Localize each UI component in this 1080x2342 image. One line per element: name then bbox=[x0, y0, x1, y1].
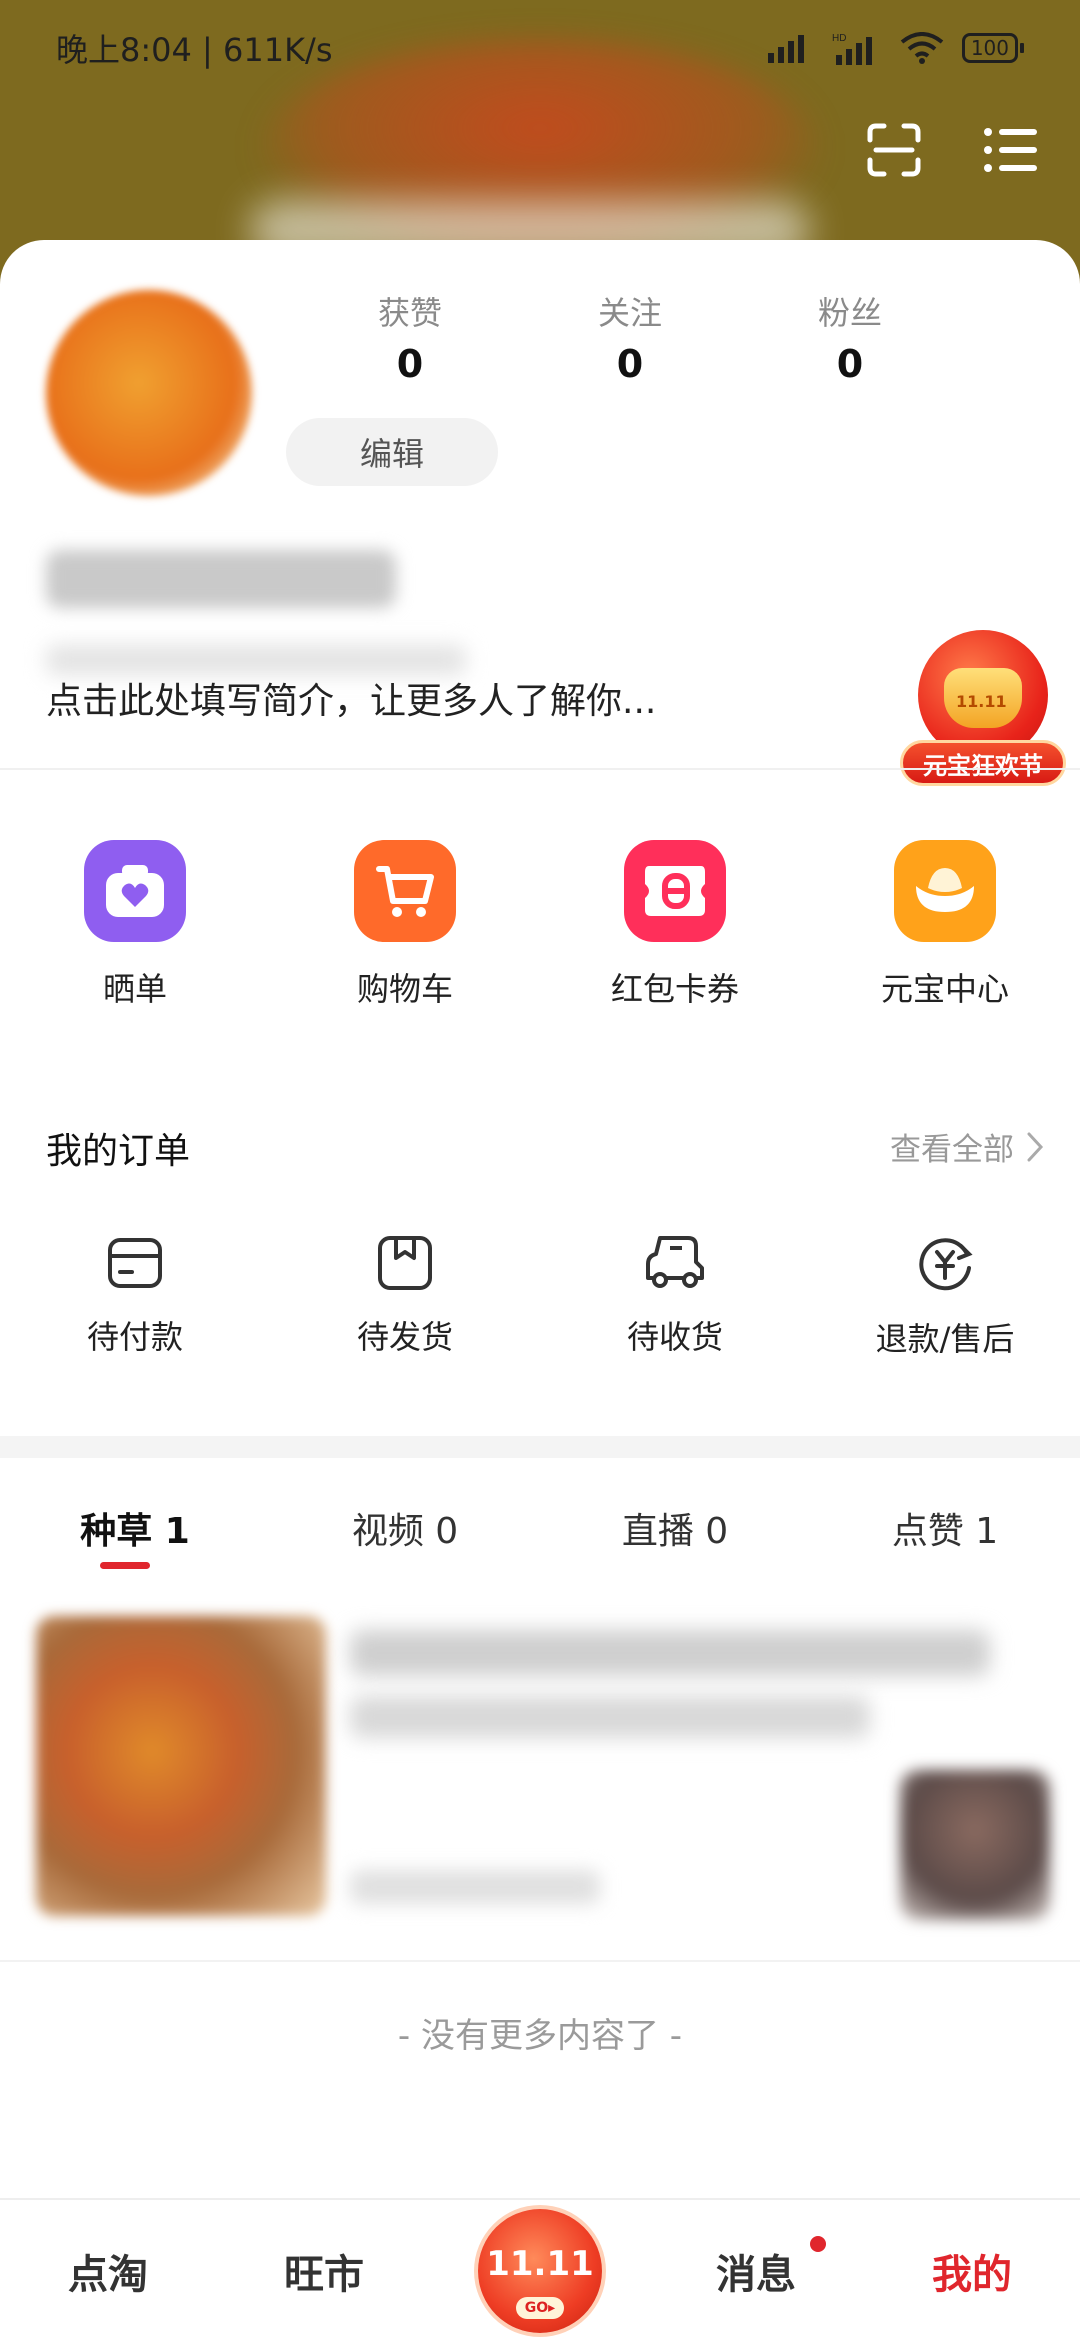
stat-value: 0 bbox=[836, 342, 864, 386]
feed-item-meta bbox=[350, 1870, 600, 1904]
shortcut-label: 购物车 bbox=[356, 970, 453, 1008]
order-pending-receipt[interactable]: 待收货 bbox=[540, 1234, 810, 1360]
tab-label: 种草 1 bbox=[80, 1511, 190, 1552]
promo-ingot-text: 11.11 bbox=[956, 692, 1007, 711]
box-icon bbox=[378, 1236, 432, 1290]
svg-text:HD: HD bbox=[832, 33, 846, 44]
shortcut-coupons[interactable]: 红包卡券 bbox=[540, 840, 810, 1010]
divider bbox=[0, 1960, 1080, 1962]
promo-badge[interactable]: 11.11 元宝狂欢节 bbox=[900, 630, 1066, 800]
ingot-icon bbox=[894, 840, 996, 942]
profile-stats: 获赞 0 关注 0 粉丝 0 bbox=[300, 288, 960, 386]
view-all-label: 查看全部 bbox=[890, 1132, 1014, 1168]
shortcut-row: 晒单 购物车 红包卡券 元宝中心 bbox=[0, 840, 1080, 1010]
tab-seeding[interactable]: 种草 1 bbox=[0, 1502, 270, 1569]
battery-icon: 100 bbox=[961, 33, 1024, 63]
feed-item-title-line2 bbox=[350, 1696, 870, 1738]
order-label: 待付款 bbox=[86, 1318, 183, 1356]
truck-icon bbox=[646, 1236, 704, 1288]
double11-text: 11.11 bbox=[486, 2244, 594, 2284]
stat-followers[interactable]: 粉丝 0 bbox=[740, 288, 960, 386]
order-pending-payment[interactable]: 待付款 bbox=[0, 1234, 270, 1360]
stat-label: 获赞 bbox=[377, 294, 442, 332]
scan-icon bbox=[867, 123, 921, 177]
username bbox=[46, 550, 396, 608]
bottom-nav: 点淘 旺市 11.11 GO▸ 消息 我的 bbox=[0, 2198, 1080, 2342]
wallet-icon bbox=[108, 1238, 162, 1288]
orders-title: 我的订单 bbox=[46, 1131, 191, 1172]
content-tabs: 种草 1 视频 0 直播 0 点赞 1 bbox=[0, 1502, 1080, 1569]
stat-label: 关注 bbox=[597, 294, 662, 332]
chevron-right-icon bbox=[1027, 1132, 1044, 1161]
menu-button[interactable] bbox=[980, 120, 1040, 180]
order-label: 退款/售后 bbox=[875, 1320, 1015, 1358]
feed-item-image bbox=[36, 1616, 326, 1916]
tab-video[interactable]: 视频 0 bbox=[270, 1502, 540, 1554]
edit-profile-button[interactable]: 编辑 bbox=[286, 418, 498, 486]
nav-double11[interactable]: 11.11 GO▸ bbox=[432, 2209, 648, 2333]
refund-icon bbox=[919, 1238, 973, 1291]
unread-dot bbox=[810, 2236, 826, 2252]
tab-liked[interactable]: 点赞 1 bbox=[810, 1502, 1080, 1554]
battery-level: 100 bbox=[961, 33, 1018, 63]
stat-likes[interactable]: 获赞 0 bbox=[300, 288, 520, 386]
end-of-list-text: - 没有更多内容了 - bbox=[397, 2016, 683, 2056]
order-pending-shipment[interactable]: 待发货 bbox=[270, 1234, 540, 1360]
tab-label: 点赞 1 bbox=[891, 1511, 999, 1552]
bio-placeholder[interactable]: 点击此处填写简介，让更多人了解你... bbox=[46, 672, 656, 724]
order-refund[interactable]: 退款/售后 bbox=[810, 1234, 1080, 1360]
nav-me[interactable]: 我的 bbox=[864, 2242, 1080, 2300]
order-label: 待发货 bbox=[356, 1318, 453, 1356]
status-bar: 晚上8:04 | 611K/s HD 100 bbox=[0, 0, 1080, 96]
shortcut-label: 晒单 bbox=[102, 970, 167, 1008]
nav-messages[interactable]: 消息 bbox=[648, 2236, 864, 2300]
profile-card: 获赞 0 关注 0 粉丝 0 编辑 点击此处填写简介，让更多人了解你... 11… bbox=[0, 240, 1080, 786]
tab-label: 直播 0 bbox=[621, 1511, 729, 1552]
avatar[interactable] bbox=[46, 290, 252, 496]
stat-value: 0 bbox=[396, 342, 424, 386]
double11-icon: 11.11 GO▸ bbox=[478, 2209, 602, 2333]
scan-button[interactable] bbox=[864, 120, 924, 180]
stat-label: 粉丝 bbox=[817, 294, 882, 332]
shortcut-share-order[interactable]: 晒单 bbox=[0, 840, 270, 1010]
shortcut-label: 元宝中心 bbox=[880, 970, 1009, 1008]
order-label: 待收货 bbox=[626, 1318, 723, 1356]
wifi-icon bbox=[900, 32, 944, 64]
tab-active-indicator bbox=[100, 1562, 150, 1569]
coupon-icon bbox=[624, 840, 726, 942]
status-time: 晚上8:04 | 611K/s bbox=[56, 31, 333, 69]
stat-value: 0 bbox=[616, 342, 644, 386]
section-divider bbox=[0, 1436, 1080, 1458]
shortcut-cart[interactable]: 购物车 bbox=[270, 840, 540, 1010]
cart-icon bbox=[354, 840, 456, 942]
tab-label: 视频 0 bbox=[351, 1511, 459, 1552]
signal-hd-icon: HD bbox=[832, 33, 872, 65]
view-all-orders-link[interactable]: 查看全部 bbox=[890, 1124, 1044, 1169]
feed-item-thumbnail bbox=[900, 1770, 1050, 1920]
menu-list-icon bbox=[984, 128, 1037, 172]
tab-live[interactable]: 直播 0 bbox=[540, 1502, 810, 1554]
stat-following[interactable]: 关注 0 bbox=[520, 288, 740, 386]
go-badge: GO▸ bbox=[516, 2297, 564, 2319]
divider bbox=[0, 768, 1080, 770]
shortcut-label: 红包卡券 bbox=[610, 970, 739, 1008]
bio-obscured-line bbox=[46, 645, 466, 675]
nav-diantao[interactable]: 点淘 bbox=[0, 2242, 216, 2300]
signal-icon bbox=[767, 35, 804, 63]
order-status-row: 待付款 待发货 待收货 退款/售后 bbox=[0, 1234, 1080, 1360]
camera-heart-icon bbox=[84, 840, 186, 942]
shortcut-ingot-center[interactable]: 元宝中心 bbox=[810, 840, 1080, 1010]
nav-wangshi[interactable]: 旺市 bbox=[216, 2242, 432, 2300]
header-actions bbox=[864, 120, 1040, 180]
promo-label: 元宝狂欢节 bbox=[900, 740, 1066, 786]
nav-label: 消息 bbox=[716, 2252, 796, 2298]
feed-item-title bbox=[350, 1630, 990, 1676]
status-icons: HD 100 bbox=[767, 31, 1024, 65]
